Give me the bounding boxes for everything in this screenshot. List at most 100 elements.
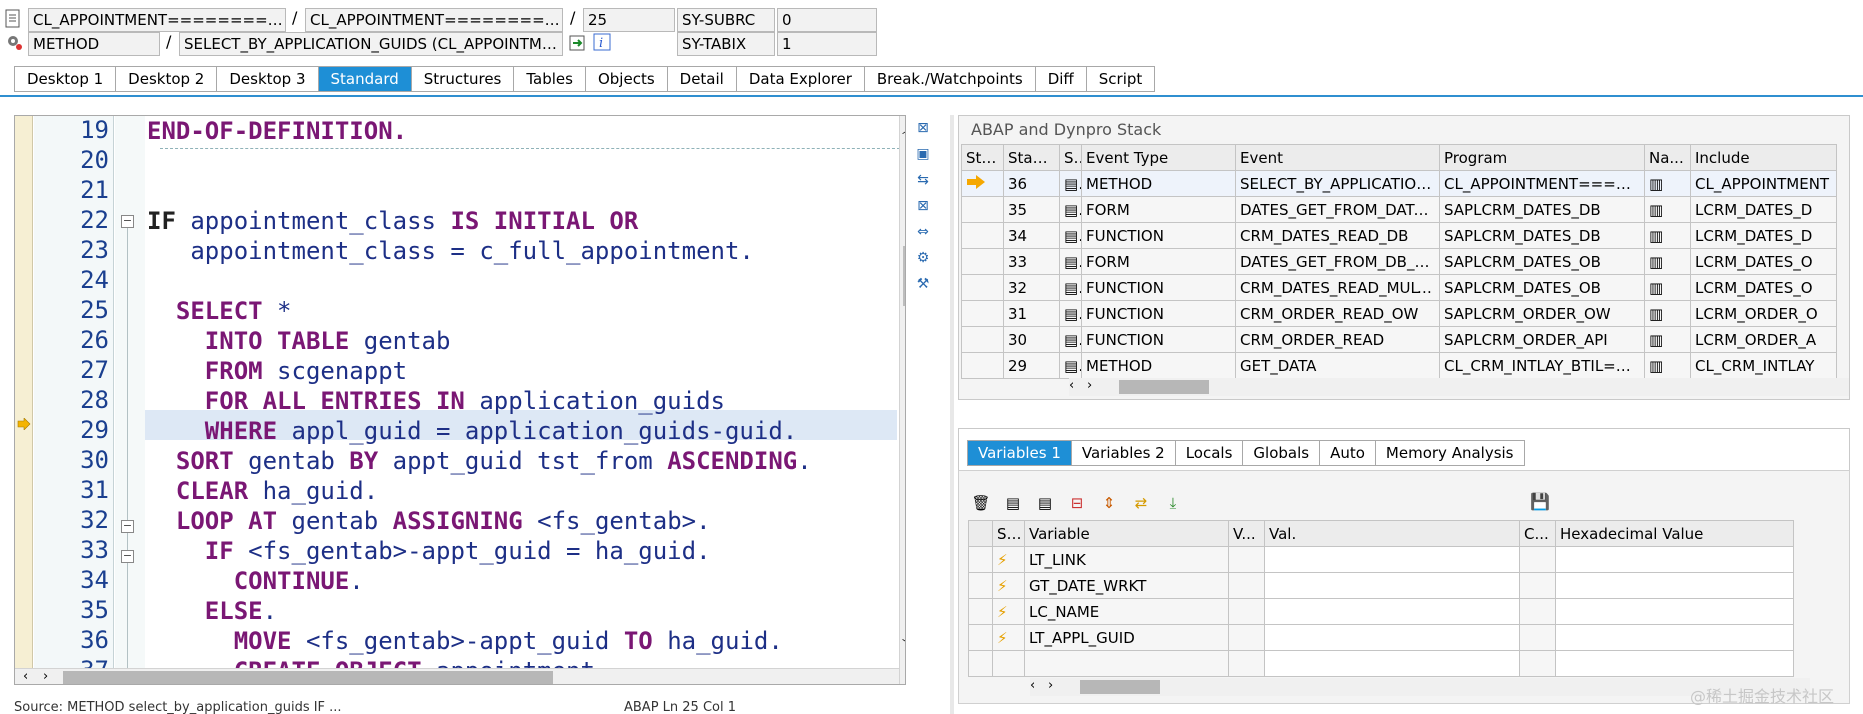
navigate-icon[interactable]: ▥ [1649,279,1663,297]
save-icon[interactable]: 💾 [1530,492,1550,511]
tab-auto[interactable]: Auto [1320,441,1376,465]
variable-add-icon[interactable]: ▤ [1002,492,1024,514]
editor-vertical-scrollbar[interactable]: ︿ ﹀ [899,116,905,684]
value-cell[interactable] [1264,624,1520,651]
table-row[interactable]: 31 ▤ FUNCTION CRM_ORDER_READ_OW SAPLCRM_… [961,300,1837,327]
variable-name[interactable]: LT_APPL_GUID [1024,624,1229,651]
variable-name[interactable]: GT_DATE_WRKT [1024,572,1229,599]
table-row[interactable]: 35 ▤ FORM DATES_GET_FROM_DATABASE SAPLCR… [961,196,1837,223]
sy-tabix-value[interactable]: 1 [777,32,877,56]
scroll-right-icon[interactable]: › [1048,678,1053,693]
tab-standard[interactable]: Standard [318,67,412,91]
tab-objects[interactable]: Objects [586,67,668,91]
delete-icon[interactable]: 🗑 [970,492,992,514]
scroll-right-icon[interactable]: › [43,669,48,684]
variable-remove-icon[interactable]: ⊟ [1066,492,1088,514]
tab-globals[interactable]: Globals [1243,441,1321,465]
table-row[interactable]: 29 ▤ METHOD GET_DATA CL_CRM_INTLAY_BTIL=… [961,352,1837,379]
maximize-icon[interactable]: ⊠ [912,195,934,217]
table-row[interactable]: ⚡ LC_NAME [968,598,1794,625]
navigate-icon[interactable]: ▥ [1649,357,1663,375]
column-header[interactable]: Val. [1264,520,1520,547]
tab-desktop-1[interactable]: Desktop 1 [15,67,117,91]
scroll-right-icon[interactable]: › [1087,378,1092,393]
breakpoint-gutter[interactable] [15,116,33,684]
tab-tables[interactable]: Tables [514,67,586,91]
column-header[interactable]: Sta... [961,144,1004,171]
tab-diff[interactable]: Diff [1036,67,1087,91]
column-header[interactable]: S.. [1059,144,1082,171]
scroll-thumb[interactable] [903,246,905,306]
stack-horizontal-scrollbar[interactable]: ‹ › [1069,378,1849,396]
program-field[interactable]: CL_APPOINTMENT=============== [28,8,286,32]
hex-cell[interactable] [1555,546,1794,573]
column-header[interactable]: Include [1690,144,1837,171]
column-header[interactable]: V... [1228,520,1265,547]
navigate-icon[interactable]: ▥ [1649,253,1663,271]
tool-icon[interactable]: ⚙ [912,247,934,269]
table-row[interactable]: 36 ▤ METHOD SELECT_BY_APPLICATION_GUIDS … [961,170,1837,197]
tab-script[interactable]: Script [1087,67,1155,91]
table-row[interactable]: ⚡ LT_LINK [968,546,1794,573]
table-row[interactable] [968,650,1794,677]
value-cell[interactable] [1264,546,1520,573]
code-area[interactable]: END-OF-DEFINITION. IF appointment_class … [147,116,899,684]
include-field[interactable]: CL_APPOINTMENT=============== [305,8,563,32]
tab-variables-2[interactable]: Variables 2 [1072,441,1176,465]
fold-toggle[interactable]: − [121,550,134,563]
tab-memory-analysis[interactable]: Memory Analysis [1376,441,1524,465]
tab-breakpoints[interactable]: Break./Watchpoints [865,67,1036,91]
column-header[interactable]: Event Type [1081,144,1236,171]
tab-structures[interactable]: Structures [412,67,515,91]
scroll-thumb[interactable] [1119,380,1209,394]
navigate-icon[interactable]: ▥ [1649,227,1663,245]
value-cell[interactable] [1264,598,1520,625]
scroll-thumb[interactable] [63,671,553,684]
resize-icon[interactable]: ⇔ [912,221,934,243]
navigate-icon[interactable]: ▥ [1649,331,1663,349]
tab-detail[interactable]: Detail [668,67,737,91]
transfer-icon[interactable]: ⇄ [1130,492,1152,514]
column-header[interactable]: C... [1519,520,1556,547]
tab-locals[interactable]: Locals [1176,441,1244,465]
settings-icon[interactable]: ⚒ [912,273,934,295]
navigate-icon[interactable]: ▥ [1649,201,1663,219]
column-header[interactable]: Hexadecimal Value [1555,520,1794,547]
tab-desktop-2[interactable]: Desktop 2 [116,67,218,91]
info-icon[interactable]: i [593,33,611,51]
table-row[interactable]: 33 ▤ FORM DATES_GET_FROM_DB_BUFFER SAPLC… [961,248,1837,275]
scroll-left-icon[interactable]: ‹ [1030,678,1035,693]
fold-toggle[interactable]: − [121,520,134,533]
event-field[interactable]: SELECT_BY_APPLICATION_GUIDS (CL_APPOINTM… [179,32,563,56]
tab-variables-1[interactable]: Variables 1 [968,441,1072,465]
hex-cell[interactable] [1555,598,1794,625]
new-window-icon[interactable]: ▣ [912,143,934,165]
column-header[interactable]: Variable [1024,520,1229,547]
scroll-left-icon[interactable]: ‹ [23,669,28,684]
table-row[interactable]: 32 ▤ FUNCTION CRM_DATES_READ_MULTI_OB SA… [961,274,1837,301]
swap-icon[interactable]: ⇆ [912,169,934,191]
scroll-up-icon[interactable]: ︿ [902,121,905,137]
export-icon[interactable]: ⤓ [1162,492,1184,514]
column-header[interactable]: Na... [1644,144,1691,171]
variable-list-icon[interactable]: ▤ [1034,492,1056,514]
line-field[interactable]: 25 [583,8,675,32]
column-header[interactable]: Program [1439,144,1645,171]
scroll-thumb[interactable] [1080,680,1160,694]
scroll-down-icon[interactable]: ﹀ [902,636,905,652]
hex-cell[interactable] [1555,572,1794,599]
sy-subrc-value[interactable]: 0 [777,8,877,32]
column-header[interactable]: Event [1235,144,1440,171]
tab-data-explorer[interactable]: Data Explorer [737,67,865,91]
compare-icon[interactable]: ⇕ [1098,492,1120,514]
variable-name[interactable]: LT_LINK [1024,546,1229,573]
scroll-left-icon[interactable]: ‹ [1069,378,1074,393]
editor-horizontal-scrollbar[interactable]: ‹ › [15,668,899,684]
hex-cell[interactable] [1555,624,1794,651]
jump-icon[interactable] [568,33,588,53]
fold-toggle[interactable]: − [121,215,134,228]
source-editor[interactable]: 19 20 21 22 23 24 25 26 27 28 29 30 31 3… [14,115,906,685]
navigate-icon[interactable]: ▥ [1649,175,1663,193]
panel-divider[interactable] [950,115,954,714]
column-header[interactable]: St... [992,520,1025,547]
